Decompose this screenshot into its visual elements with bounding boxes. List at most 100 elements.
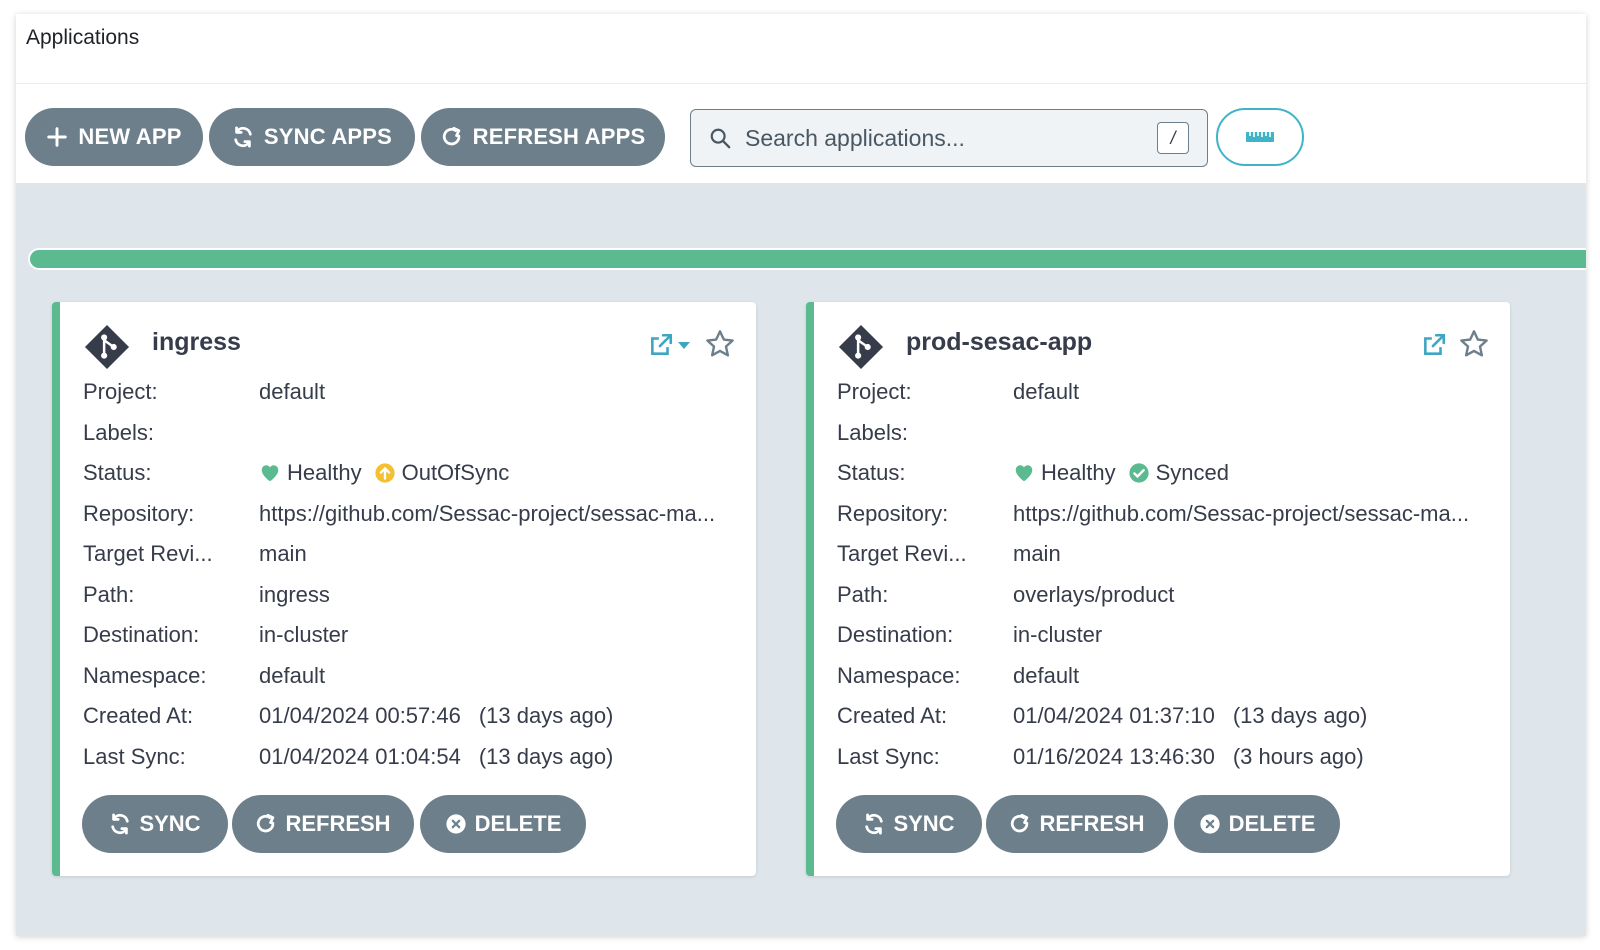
sync-icon [234, 126, 252, 148]
plus-icon [47, 127, 68, 147]
page-header: Applications [16, 14, 1586, 84]
detail-value: main [259, 541, 307, 567]
delete-label: DELETE [1228, 811, 1316, 836]
detail-label: Created At: [837, 703, 948, 729]
detail-row-namespace: Namespace: default [837, 656, 1469, 697]
heart-icon [261, 465, 279, 482]
sync-status-bar-fill [30, 250, 1586, 268]
sync-button[interactable]: SYNC [82, 795, 228, 853]
delete-button[interactable]: DELETE [1174, 795, 1340, 853]
detail-row-created-at: Created At: 01/04/2024 00:57:46 (13 days a… [83, 696, 715, 737]
detail-row-destination: Destination: in-cluster [83, 615, 715, 656]
refresh-label: REFRESH [285, 811, 391, 836]
sync-apps-label: SYNC APPS [263, 124, 393, 149]
delete-button[interactable]: DELETE [420, 795, 586, 853]
detail-value: in-cluster [259, 622, 349, 648]
status-value: Healthy Synced [1013, 460, 1229, 486]
detail-row-destination: Destination: in-cluster [837, 615, 1469, 656]
created-at-timestamp: 01/04/2024 01:37:10 [1013, 703, 1215, 729]
detail-label: Namespace: [83, 662, 207, 688]
sync-button[interactable]: SYNC [836, 795, 982, 853]
refresh-icon [1011, 813, 1029, 833]
detail-label: Last Sync: [83, 743, 186, 769]
detail-label: Target Revi... [837, 541, 967, 567]
detail-row-repository: Repository: https://github.com/Sessac-pro… [83, 494, 715, 535]
app-details: Project: default Labels: Status: Healthy … [83, 372, 715, 777]
detail-value: default [259, 379, 326, 405]
sync-icon [111, 813, 130, 835]
star-icon[interactable] [704, 328, 736, 360]
detail-value: overlays/product [1013, 581, 1175, 607]
detail-label: Created At: [83, 703, 194, 729]
chevron-down-icon[interactable] [677, 340, 691, 350]
app-name[interactable]: ingress [152, 328, 241, 357]
created-at-timestamp: 01/04/2024 00:57:46 [259, 703, 461, 729]
detail-row-namespace: Namespace: default [83, 656, 715, 697]
detail-label: Destination: [837, 622, 954, 648]
times-circle-icon [445, 814, 466, 834]
detail-row-target-revision: Target Revi... main [83, 534, 715, 575]
detail-label: Status: [83, 460, 152, 486]
toolbar: NEW APP SYNC APPS REFRESH APPS / [16, 84, 1586, 183]
sync-status: Synced [1155, 460, 1229, 486]
refresh-apps-button[interactable]: REFRESH APPS [421, 108, 665, 166]
repository-link[interactable]: https://github.com/Sessac-project/sessac… [1013, 501, 1469, 527]
detail-label: Path: [837, 581, 889, 607]
created-at-relative: (13 days ago) [1232, 703, 1368, 729]
detail-label: Namespace: [837, 662, 961, 688]
detail-label: Destination: [83, 622, 200, 648]
search-shortcut-hint: / [1157, 122, 1189, 154]
external-link-icon[interactable] [648, 332, 674, 358]
detail-value: default [1013, 379, 1080, 405]
applications-window: Applications NEW APP SYNC APPS REFRESH A… [16, 14, 1586, 936]
detail-label: Last Sync: [837, 743, 940, 769]
ruler-icon [1246, 132, 1274, 142]
created-at-relative: (13 days ago) [478, 703, 614, 729]
detail-row-project: Project: default [837, 372, 1469, 413]
detail-row-project: Project: default [83, 372, 715, 413]
last-sync-timestamp: 01/16/2024 13:46:30 [1013, 743, 1215, 769]
detail-label: Labels: [837, 419, 908, 445]
external-link-icon[interactable] [1421, 332, 1447, 358]
detail-row-labels: Labels: [837, 413, 1469, 454]
refresh-label: REFRESH [1039, 811, 1145, 836]
detail-label: Repository: [837, 500, 949, 526]
refresh-button[interactable]: REFRESH [232, 795, 414, 853]
sync-label: SYNC [139, 811, 201, 836]
detail-row-status: Status: Healthy Synced [837, 453, 1469, 494]
detail-row-last-sync: Last Sync: 01/04/2024 01:04:54 (13 days ag… [83, 737, 715, 778]
detail-value: default [1013, 662, 1080, 688]
detail-row-path: Path: ingress [83, 575, 715, 616]
detail-label: Path: [83, 581, 135, 607]
times-circle-icon [1199, 814, 1220, 834]
app-tile-ingress[interactable]: ingress Project: default Labels: Status: … [52, 302, 756, 876]
search-icon [710, 128, 731, 149]
refresh-icon [442, 126, 460, 146]
synced-check-icon [1128, 463, 1149, 483]
sync-apps-button[interactable]: SYNC APPS [209, 108, 415, 166]
sync-status-bar [28, 248, 1586, 270]
detail-row-last-sync: Last Sync: 01/16/2024 13:46:30 (3 hours ag… [837, 737, 1469, 778]
detail-row-path: Path: overlays/product [837, 575, 1469, 616]
health-status: Healthy [1041, 460, 1116, 486]
view-options-button[interactable] [1216, 108, 1304, 166]
refresh-apps-label: REFRESH APPS [472, 124, 646, 149]
detail-row-created-at: Created At: 01/04/2024 01:37:10 (13 days a… [837, 696, 1469, 737]
new-app-label: NEW APP [78, 124, 182, 149]
repository-link[interactable]: https://github.com/Sessac-project/sessac… [259, 501, 715, 527]
page-title: Applications [26, 26, 140, 49]
refresh-button[interactable]: REFRESH [986, 795, 1168, 853]
detail-label: Project: [837, 379, 912, 405]
app-tile-prod-sesac-app[interactable]: prod-sesac-app Project: default Labels: S… [806, 302, 1510, 876]
star-icon[interactable] [1458, 328, 1490, 360]
detail-row-repository: Repository: https://github.com/Sessac-pro… [837, 494, 1469, 535]
refresh-icon [257, 813, 275, 833]
delete-label: DELETE [474, 811, 562, 836]
search-input[interactable] [745, 120, 1145, 156]
app-name[interactable]: prod-sesac-app [906, 328, 1092, 357]
search-box: / [690, 109, 1208, 167]
detail-label: Target Revi... [83, 541, 213, 567]
new-app-button[interactable]: NEW APP [25, 108, 203, 166]
sync-icon [865, 813, 884, 835]
detail-label: Repository: [83, 500, 195, 526]
